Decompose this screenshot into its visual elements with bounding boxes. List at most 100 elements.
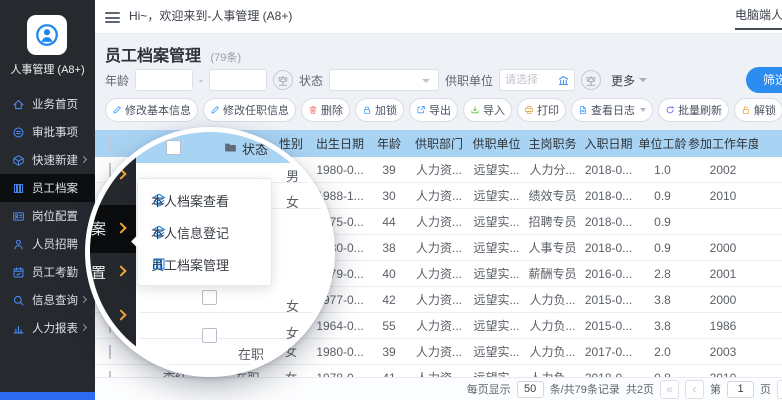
magnified-gender-cell: 女 (286, 296, 299, 315)
status-select[interactable] (329, 69, 439, 91)
toolbar-button[interactable]: 修改任职信息 (203, 98, 296, 122)
cell-hire: 2015-0... (580, 319, 637, 333)
magnified-status-cell: 在职 (238, 344, 264, 363)
magnifier-circle: 状态 男女女女 在职 建案置 本人档案查看 (85, 127, 335, 377)
cell-year: 2003 (688, 345, 758, 359)
sidebar-item-icon (12, 154, 25, 167)
magnified-gender-cell: 女 (286, 323, 299, 342)
sidebar-item[interactable]: 员工档案 (0, 174, 95, 202)
filter-button[interactable]: 筛选 (746, 67, 782, 93)
submenu-item[interactable]: 本人档案查看 (138, 184, 271, 216)
cell-dept: 人力资... (410, 369, 468, 377)
cell-unit: 远望实... (468, 213, 525, 230)
submenu-item[interactable]: 员工档案管理 (138, 248, 271, 280)
page-title: 员工档案管理 (105, 48, 201, 65)
cell-gender: 女 (270, 369, 312, 377)
sidebar-item[interactable]: 员工考勤 (0, 258, 95, 286)
cell-birth: 1964-0... (312, 319, 368, 333)
sidebar-item-icon (12, 98, 25, 111)
next-page-button[interactable]: › (777, 380, 782, 399)
cell-job: 人力负... (525, 317, 580, 334)
cell-tenure: 3.8 (637, 293, 688, 307)
building-icon[interactable] (557, 74, 570, 87)
per-page-label: 每页显示 (467, 381, 511, 397)
age-min-input[interactable] (135, 69, 193, 91)
toolbar-button[interactable]: 导出 (409, 98, 458, 122)
cell-birth: 1980-0... (312, 345, 368, 359)
cell-age: 44 (368, 215, 410, 229)
row-divider (140, 338, 330, 339)
app-name: 人事管理 (A8+) (0, 61, 95, 77)
sidebar-item[interactable]: 快速新建 (0, 146, 95, 174)
submenu-item-label: 本人档案查看 (151, 191, 229, 210)
device-tab[interactable]: 电脑端人事管理 (735, 0, 782, 34)
toolbar-button-label: 删除 (321, 102, 343, 118)
column-header: 参加工作年度 (688, 135, 758, 152)
toolbar-button[interactable]: 导入 (463, 98, 512, 122)
sidebar-label-fragment: 建 (91, 163, 109, 184)
magnified-row-checkbox[interactable] (202, 290, 217, 305)
column-header: 供职部门 (410, 135, 468, 152)
cell-job: 人力分... (525, 161, 580, 178)
sidebar-bottom-strip (0, 392, 95, 400)
page-prefix-label: 第 (710, 381, 721, 397)
sidebar-item[interactable]: 信息查询 (0, 286, 95, 314)
cell-unit: 远望实... (468, 369, 525, 377)
page-number-input[interactable]: 1 (727, 381, 754, 398)
toolbar-button-icon (308, 105, 318, 115)
cell-dept: 人力资... (410, 187, 468, 204)
toolbar-button[interactable]: 删除 (301, 98, 350, 122)
toolbar-button-icon (665, 105, 675, 115)
sidebar-item[interactable]: 业务首页 (0, 90, 95, 118)
cell-extra: 2 (758, 293, 782, 307)
toolbar-button[interactable]: 修改基本信息 (105, 98, 198, 122)
cell-extra: 9 (758, 319, 782, 333)
column-header: 参 (758, 135, 782, 152)
sidebar-item-icon (12, 210, 25, 223)
sidebar-item-icon (12, 126, 25, 139)
cell-unit: 远望实... (468, 187, 525, 204)
row-divider (140, 364, 330, 365)
hamburger-menu-icon[interactable] (105, 12, 120, 26)
toolbar-button-icon (524, 105, 534, 115)
toolbar-button-icon (362, 105, 372, 115)
cell-hire: 2018-0... (580, 163, 637, 177)
magnified-row-checkbox[interactable] (202, 328, 217, 343)
sidebar-item[interactable]: 人力报表 (0, 314, 95, 342)
toolbar-button[interactable]: 查看日志 (571, 98, 653, 122)
sidebar-item[interactable]: 人员招聘 (0, 230, 95, 258)
more-filters-button[interactable]: 更多 (611, 72, 647, 89)
clear-age-button[interactable]: 空 (273, 70, 293, 90)
cell-age: 39 (368, 163, 410, 177)
sidebar-nav: 业务首页 审批事项 快速新建 员工档案 (0, 90, 95, 342)
toolbar-button[interactable]: 打印 (517, 98, 566, 122)
toolbar-button[interactable]: 解锁 (734, 98, 782, 122)
page-head: 员工档案管理 (79条) (105, 42, 241, 66)
prev-page-button[interactable]: ‹ (685, 380, 704, 399)
age-max-input[interactable] (209, 69, 267, 91)
sidebar: 人事管理 (A8+) 业务首页 审批事项 快速新建 (0, 0, 95, 400)
cell-hire: 2018-0... (580, 189, 637, 203)
sidebar-item[interactable]: 岗位配置 (0, 202, 95, 230)
cell-age: 30 (368, 189, 410, 203)
toolbar-button[interactable]: 加锁 (355, 98, 404, 122)
column-header: 单位工龄 (637, 135, 688, 152)
toolbar-button[interactable]: 批量刷新 (658, 98, 729, 122)
age-label: 年龄 (105, 72, 129, 89)
cell-age: 39 (368, 345, 410, 359)
sidebar-item[interactable]: 审批事项 (0, 118, 95, 146)
per-page-input[interactable]: 50 (517, 381, 544, 398)
clear-unit-button[interactable]: 空 (581, 70, 601, 90)
sidebar-item-label: 人力报表 (32, 320, 78, 336)
first-page-button[interactable]: « (660, 380, 679, 399)
sidebar-item-label: 业务首页 (32, 96, 78, 112)
topbar: Hi~，欢迎来到-人事管理 (A8+) 电脑端人事管理 (95, 0, 782, 34)
cell-hire: 2016-0... (580, 267, 637, 281)
cell-job: 人力负... (525, 369, 580, 377)
sidebar-item-icon (12, 294, 25, 307)
magnified-select-all-checkbox[interactable] (166, 140, 181, 155)
cell-year: 2000 (688, 241, 758, 255)
cell-tenure: 2.0 (637, 345, 688, 359)
submenu-item[interactable]: 本人信息登记 (138, 216, 271, 248)
cell-year: 2002 (688, 163, 758, 177)
